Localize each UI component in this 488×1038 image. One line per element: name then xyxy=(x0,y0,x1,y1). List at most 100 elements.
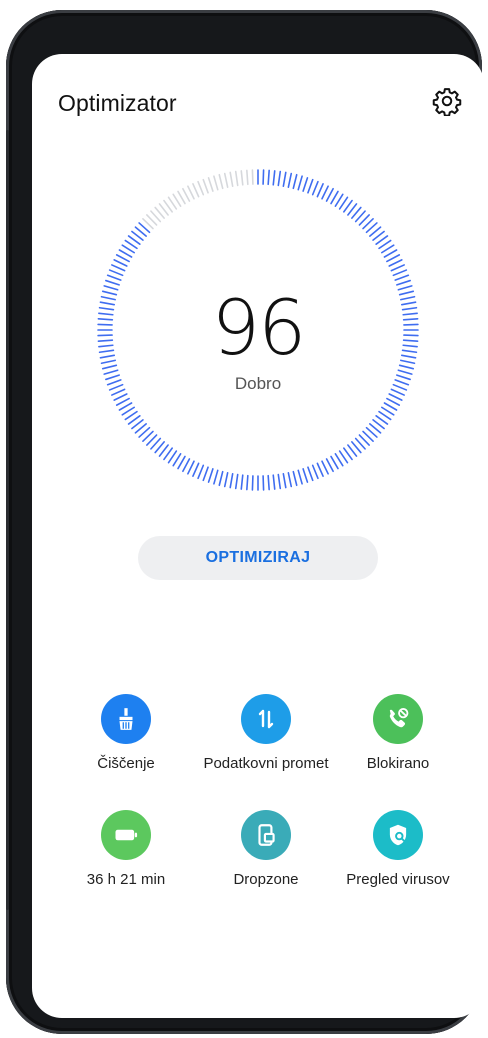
gauge-tick xyxy=(386,397,401,406)
gauge-tick xyxy=(282,472,287,489)
data-transfer-icon xyxy=(258,709,274,729)
gauge-tick xyxy=(383,249,398,258)
gauge-tick xyxy=(386,254,401,263)
gauge-tick xyxy=(396,279,411,286)
screen: Optimizator 96 Dobro OPTIMIZIRAJ Čiščenj… xyxy=(32,54,484,1018)
gauge-tick xyxy=(394,274,410,281)
gauge-tick xyxy=(202,178,209,194)
gauge-tick xyxy=(177,455,186,470)
gauge-tick xyxy=(388,259,403,267)
tool-virus-scan[interactable]: Pregled virusov xyxy=(328,810,468,889)
blocked-circle xyxy=(373,694,423,744)
virus-scan-icon xyxy=(389,824,407,846)
gauge-tick xyxy=(292,470,298,487)
gauge-tick xyxy=(223,472,229,488)
gauge-tick xyxy=(334,453,344,467)
gauge-tick xyxy=(307,466,314,482)
gauge-tick xyxy=(106,274,122,281)
tool-data-traffic[interactable]: Podatkovni promet xyxy=(196,694,336,773)
gauge-tick xyxy=(187,185,195,200)
optimize-button[interactable]: OPTIMIZIRAJ xyxy=(138,536,378,580)
gauge-tick xyxy=(246,474,249,491)
gauge-tick xyxy=(272,474,276,490)
gauge-tick xyxy=(381,406,395,416)
phone-edge-left xyxy=(6,130,9,910)
tool-blocked[interactable]: Blokirano xyxy=(328,694,468,773)
gauge-tick xyxy=(177,190,186,205)
tool-dropzone[interactable]: Dropzone xyxy=(196,810,336,889)
battery-circle xyxy=(101,810,151,860)
gauge-tick xyxy=(321,460,329,475)
gauge-tick xyxy=(229,171,234,188)
tool-cleanup[interactable]: Čiščenje xyxy=(56,694,196,773)
gauge-tick xyxy=(121,244,135,254)
data-traffic-circle xyxy=(241,694,291,744)
gauge-tick xyxy=(392,269,408,277)
gauge-tick xyxy=(234,170,239,187)
gauge-tick xyxy=(390,264,405,272)
gauge-tick xyxy=(192,462,200,477)
gauge-tick xyxy=(187,460,195,475)
gauge-tick xyxy=(121,406,135,416)
score-label: Dobro xyxy=(234,374,282,393)
gauge-tick xyxy=(267,169,270,186)
gauge-tick xyxy=(302,177,309,192)
gauge-tick xyxy=(234,473,239,490)
gauge-tick xyxy=(302,468,309,483)
gauge-tick xyxy=(202,466,209,482)
gauge-tick xyxy=(229,472,234,489)
gauge-tick xyxy=(383,402,398,411)
gauge-tick xyxy=(218,173,224,190)
gauge-tick xyxy=(240,474,244,490)
gauge-tick xyxy=(325,458,334,473)
gauge-tick xyxy=(113,393,128,401)
battery-icon xyxy=(115,829,138,841)
gauge-tick xyxy=(115,397,130,406)
tool-label: Blokirano xyxy=(366,755,430,772)
gauge-tick xyxy=(115,254,130,263)
gauge-tick xyxy=(334,193,344,207)
gauge-tick xyxy=(172,453,182,467)
dropzone-icon xyxy=(258,824,275,846)
gauge-tick xyxy=(246,169,249,186)
gauge-tick xyxy=(182,458,191,473)
gauge-tick xyxy=(218,470,224,487)
gauge-tick xyxy=(111,264,126,272)
broom-icon xyxy=(119,708,133,730)
score-value: 96 xyxy=(211,283,307,372)
gauge-tick xyxy=(213,175,219,191)
gauge-tick xyxy=(325,187,334,202)
gauge-tick xyxy=(277,170,282,187)
gauge-tick xyxy=(223,172,229,188)
gauge-tick xyxy=(108,269,124,277)
tool-label: 36 h 21 min xyxy=(86,871,166,888)
tool-label: Podatkovni promet xyxy=(203,755,329,772)
gauge-tick xyxy=(330,455,339,470)
gauge-tick xyxy=(316,462,324,477)
gauge-tick xyxy=(213,469,219,485)
tool-battery[interactable]: 36 h 21 min xyxy=(56,810,196,889)
gauge-tick xyxy=(321,185,329,200)
gauge-tick xyxy=(381,244,395,254)
gauge-tick xyxy=(311,180,319,196)
gauge-tick xyxy=(277,473,282,490)
gauge-tick xyxy=(105,279,120,286)
gauge-tick xyxy=(272,170,276,186)
page-title: Optimizator xyxy=(58,90,177,116)
gauge-tick xyxy=(316,183,324,198)
gauge-tick xyxy=(297,469,303,485)
settings-gear-icon[interactable] xyxy=(432,86,462,116)
gauge-tick xyxy=(192,183,200,198)
virus-scan-circle xyxy=(373,810,423,860)
gauge-tick xyxy=(330,190,339,205)
gauge-tick xyxy=(267,474,270,491)
cleanup-circle xyxy=(101,694,151,744)
gauge-tick xyxy=(297,175,303,191)
gauge-tick xyxy=(207,468,214,483)
tool-label: Pregled virusov xyxy=(346,871,450,888)
phone-frame: Optimizator 96 Dobro OPTIMIZIRAJ Čiščenj… xyxy=(6,10,484,1034)
gauge-tick xyxy=(197,180,205,196)
gauge-tick xyxy=(182,187,191,202)
gauge-tick xyxy=(282,171,287,188)
gauge-tick xyxy=(388,393,403,401)
